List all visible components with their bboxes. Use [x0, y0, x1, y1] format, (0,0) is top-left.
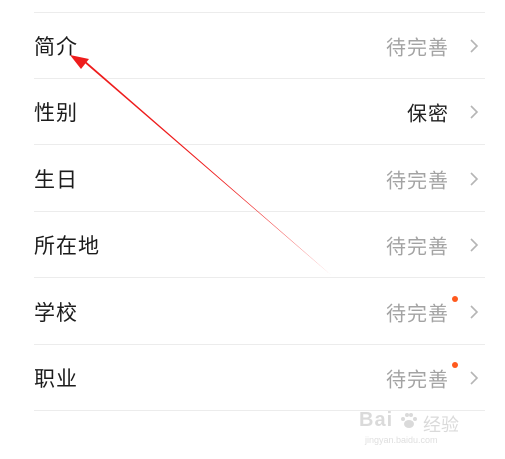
chevron-right-icon — [470, 105, 479, 119]
paw-icon — [401, 413, 417, 428]
row-value: 待完善 — [386, 367, 449, 392]
new-dot-badge — [452, 362, 458, 368]
watermark-product: 经验 — [423, 415, 459, 436]
watermark-url: jingyan.baidu.com — [365, 435, 438, 445]
row-label: 生日 — [34, 168, 78, 192]
new-dot-badge — [452, 296, 458, 302]
row-value: 待完善 — [386, 301, 449, 326]
row-label: 简介 — [34, 35, 78, 59]
row-bio[interactable]: 简介 待完善 — [0, 13, 505, 79]
chevron-right-icon — [470, 238, 479, 252]
watermark-brand: Bai — [359, 409, 394, 431]
row-divider — [34, 144, 485, 145]
row-divider — [34, 277, 485, 278]
chevron-right-icon — [470, 39, 479, 53]
row-value: 保密 — [407, 101, 449, 126]
baidu-jingyan-watermark: Bai 经验 jingyan.baidu.com — [359, 407, 477, 449]
chevron-right-icon — [470, 172, 479, 186]
row-school[interactable]: 学校 待完善 — [0, 279, 505, 345]
row-label: 所在地 — [34, 234, 100, 258]
row-value: 待完善 — [386, 168, 449, 193]
chevron-right-icon — [470, 305, 479, 319]
row-occupation[interactable]: 职业 待完善 — [0, 345, 505, 411]
row-label: 学校 — [34, 301, 78, 325]
row-value: 待完善 — [386, 35, 449, 60]
row-birthday[interactable]: 生日 待完善 — [0, 146, 505, 212]
row-location[interactable]: 所在地 待完善 — [0, 212, 505, 278]
row-label: 性别 — [34, 101, 78, 125]
row-label: 职业 — [34, 367, 78, 391]
row-value: 待完善 — [386, 234, 449, 259]
chevron-right-icon — [470, 371, 479, 385]
row-gender[interactable]: 性别 保密 — [0, 79, 505, 145]
